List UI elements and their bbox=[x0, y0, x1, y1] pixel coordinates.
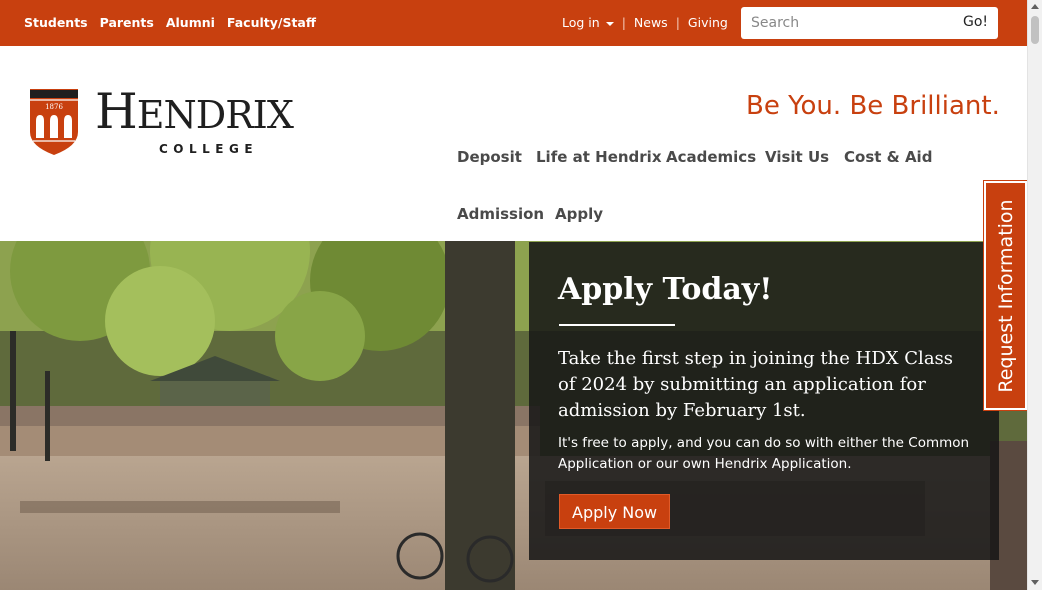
parents-link[interactable]: Parents bbox=[100, 15, 154, 30]
top-bar: Students Parents Alumni Faculty/Staff Lo… bbox=[0, 0, 1027, 46]
nav-academics[interactable]: Academics bbox=[666, 148, 756, 166]
vertical-scrollbar[interactable] bbox=[1027, 0, 1042, 590]
caret-down-icon bbox=[605, 21, 614, 26]
apply-callout-panel: Apply Today! Take the first step in join… bbox=[529, 242, 999, 560]
search-go-button[interactable]: Go! bbox=[963, 14, 988, 30]
nav-visit-us[interactable]: Visit Us bbox=[765, 148, 829, 166]
svg-text:1876: 1876 bbox=[45, 103, 63, 111]
scroll-down-arrow-icon[interactable] bbox=[1031, 580, 1039, 585]
scroll-up-arrow-icon[interactable] bbox=[1031, 4, 1039, 9]
login-dropdown[interactable]: Log in bbox=[562, 15, 614, 30]
search-input[interactable] bbox=[741, 7, 946, 39]
logo-wordmark-initial: H bbox=[95, 83, 138, 140]
tagline: Be You. Be Brilliant. bbox=[746, 91, 1000, 121]
apply-heading: Apply Today! bbox=[558, 272, 773, 307]
request-information-tab[interactable]: Request Information bbox=[984, 181, 1027, 410]
logo-wordmark-rest: ENDRIX bbox=[136, 93, 294, 137]
faculty-staff-link[interactable]: Faculty/Staff bbox=[227, 15, 316, 30]
news-link[interactable]: News bbox=[634, 15, 668, 30]
logo-wordmark: HENDRIX bbox=[95, 83, 294, 141]
students-link[interactable]: Students bbox=[24, 15, 88, 30]
audience-links: Students Parents Alumni Faculty/Staff bbox=[24, 15, 316, 30]
nav-admission[interactable]: Admission bbox=[457, 205, 544, 223]
heading-divider bbox=[559, 324, 675, 326]
nav-deposit[interactable]: Deposit bbox=[457, 148, 522, 166]
apply-now-button[interactable]: Apply Now bbox=[559, 494, 671, 529]
scrollbar-thumb[interactable] bbox=[1031, 16, 1039, 44]
separator: | bbox=[621, 15, 626, 30]
apply-note-text: It's free to apply, and you can do so wi… bbox=[558, 435, 970, 472]
giving-link[interactable]: Giving bbox=[688, 15, 728, 30]
shield-crest-icon: 1876 bbox=[30, 89, 78, 155]
search-box: Go! bbox=[741, 7, 998, 39]
utility-nav: Log in | News | Giving bbox=[562, 15, 728, 30]
login-label: Log in bbox=[562, 15, 600, 30]
hendrix-logo[interactable]: 1876 HENDRIX COLLEGE bbox=[29, 83, 334, 160]
nav-apply[interactable]: Apply bbox=[555, 205, 603, 223]
separator: | bbox=[675, 15, 680, 30]
logo-subtitle: COLLEGE bbox=[159, 142, 259, 156]
alumni-link[interactable]: Alumni bbox=[166, 15, 215, 30]
nav-cost-aid[interactable]: Cost & Aid bbox=[844, 148, 932, 166]
nav-life-at-hendrix[interactable]: Life at Hendrix bbox=[536, 148, 662, 166]
request-information-label: Request Information bbox=[994, 198, 1017, 393]
apply-lead-text: Take the first step in joining the HDX C… bbox=[558, 348, 954, 421]
